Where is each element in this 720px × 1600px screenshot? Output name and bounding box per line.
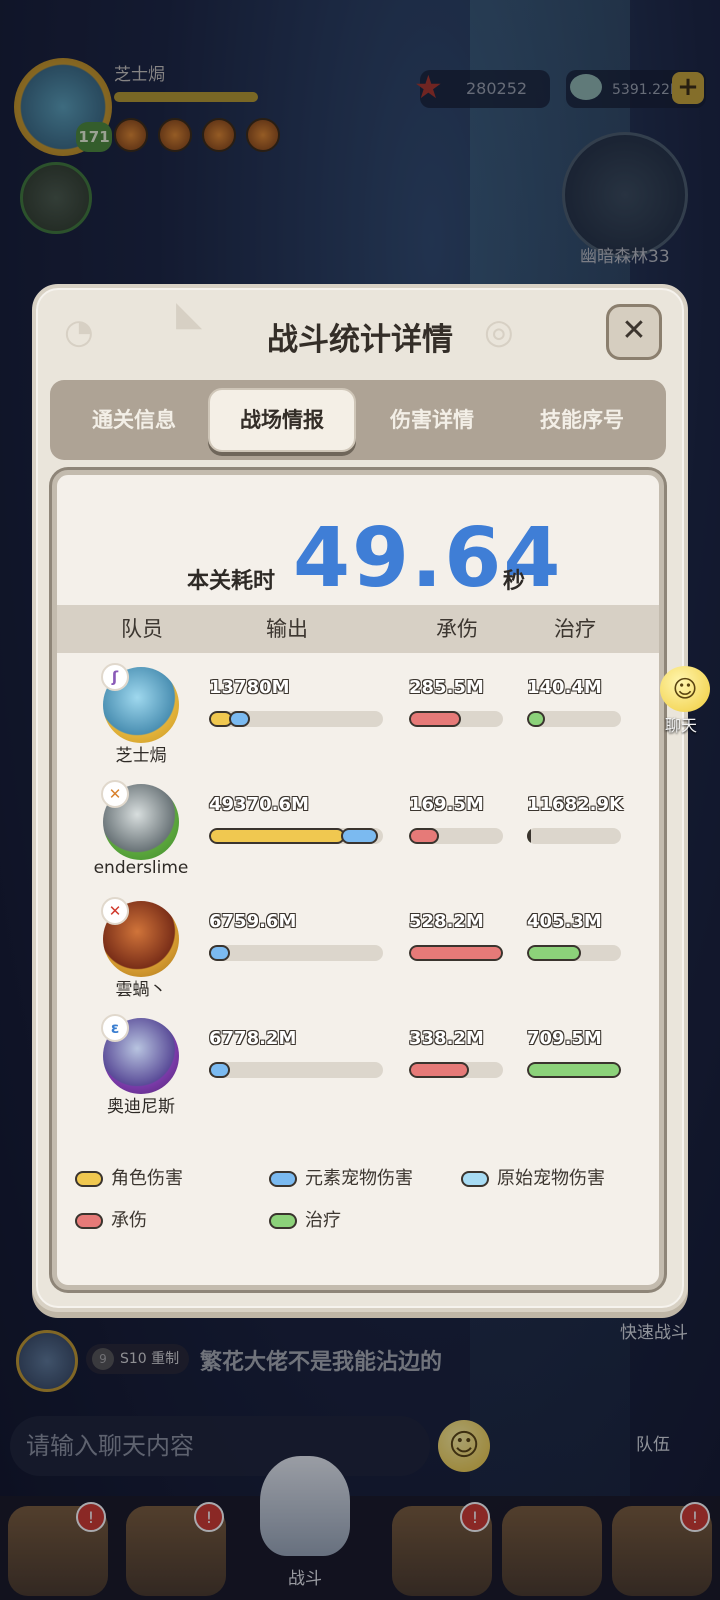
- time-label: 本关耗时: [187, 569, 276, 594]
- legend-label: 元素宠物伤害: [305, 1168, 413, 1189]
- clear-time: 本关耗时 49.64 秒: [57, 511, 659, 606]
- legend-label: 原始宠物伤害: [497, 1168, 605, 1189]
- legend-swatch: [461, 1171, 489, 1187]
- damage-taken-value: 338.2M: [409, 1028, 484, 1049]
- output-bar: [209, 1062, 383, 1078]
- tab-damage-details[interactable]: 伤害详情: [358, 388, 506, 452]
- damage-taken-value: 169.5M: [409, 794, 484, 815]
- member-row: ✕ enderslime 49370.6M 169.5M 11682.9K: [57, 774, 659, 892]
- legend-original-pet-damage: 原始宠物伤害: [461, 1165, 605, 1193]
- healing-bar-fill: [527, 711, 545, 727]
- legend-swatch: [269, 1213, 297, 1229]
- chat-float-label: 聊天: [664, 716, 697, 735]
- damage-taken-bar: [409, 711, 503, 727]
- output-value: 49370.6M: [209, 794, 309, 815]
- element-icon: ʃ: [101, 663, 129, 691]
- legend-swatch: [269, 1171, 297, 1187]
- member-name: 奥迪尼斯: [107, 1097, 175, 1117]
- legend-damage-taken: 承伤: [75, 1207, 147, 1235]
- damage-taken-bar: [409, 1062, 503, 1078]
- element-icon: ɛ: [101, 1014, 129, 1042]
- column-header-heal: 治疗: [554, 617, 596, 641]
- output-bar: [209, 828, 383, 844]
- member-row: ɛ 奥迪尼斯 6778.2M 338.2M 709.5M: [57, 1008, 659, 1126]
- legend-label: 治疗: [305, 1210, 341, 1231]
- output-bar-fill: [229, 711, 250, 727]
- tab-clear-info[interactable]: 通关信息: [60, 388, 208, 452]
- healing-bar: [527, 828, 621, 844]
- chat-bubble-icon: ☺: [660, 666, 710, 712]
- stats-panel: 本关耗时 49.64 秒 队员 输出 承伤 治疗 ʃ 芝士焗 13780M 285.5…: [52, 470, 664, 1290]
- member-name: 雲蝸丶: [115, 980, 167, 1000]
- damage-taken-bar-fill: [409, 828, 439, 844]
- tab-skill-order[interactable]: 技能序号: [508, 388, 656, 452]
- damage-taken-bar-fill: [409, 945, 503, 961]
- output-bar-fill: [209, 828, 345, 844]
- output-bar-fill: [209, 1062, 230, 1078]
- tab-battle-intel[interactable]: 战场情报: [208, 388, 356, 452]
- chat-float-button[interactable]: ☺ 聊天: [648, 666, 714, 735]
- damage-taken-value: 528.2M: [409, 911, 484, 932]
- member-row: ʃ 芝士焗 13780M 285.5M 140.4M: [57, 657, 659, 775]
- modal-title: 战斗统计详情: [267, 322, 453, 358]
- healing-bar: [527, 1062, 621, 1078]
- damage-taken-value: 285.5M: [409, 677, 484, 698]
- output-value: 13780M: [209, 677, 290, 698]
- healing-bar: [527, 711, 621, 727]
- legend-element-pet-damage: 元素宠物伤害: [269, 1165, 413, 1193]
- damage-taken-bar: [409, 828, 503, 844]
- battle-stats-modal: ◔ ◣ ◎ 战斗统计详情 ✕ 通关信息 战场情报 伤害详情 技能序号 本关耗时 …: [32, 284, 688, 1312]
- output-bar-fill: [209, 945, 230, 961]
- element-icon: ✕: [101, 780, 129, 808]
- legend-label: 角色伤害: [111, 1168, 183, 1189]
- legend-label: 承伤: [111, 1210, 147, 1231]
- time-unit: 秒: [503, 569, 526, 594]
- output-bar: [209, 711, 383, 727]
- output-value: 6778.2M: [209, 1028, 297, 1049]
- tab-bar: 通关信息 战场情报 伤害详情 技能序号: [50, 380, 666, 460]
- healing-bar-fill: [527, 945, 581, 961]
- column-header-member: 队员: [121, 617, 163, 641]
- healing-value: 405.3M: [527, 911, 602, 932]
- healing-value: 11682.9K: [527, 794, 623, 815]
- legend: 角色伤害 元素宠物伤害 原始宠物伤害 承伤 治疗: [57, 1165, 659, 1275]
- healing-value: 140.4M: [527, 677, 602, 698]
- legend-swatch: [75, 1213, 103, 1229]
- member-name: enderslime: [93, 858, 189, 878]
- healing-bar-fill: [527, 1062, 621, 1078]
- column-header-taken: 承伤: [436, 617, 478, 641]
- column-header-output: 输出: [266, 617, 308, 641]
- member-row: ✕ 雲蝸丶 6759.6M 528.2M 405.3M: [57, 891, 659, 1009]
- damage-taken-bar-fill: [409, 711, 461, 727]
- legend-swatch: [75, 1171, 103, 1187]
- damage-taken-bar: [409, 945, 503, 961]
- healing-bar-fill: [527, 828, 531, 844]
- table-header: 队员 输出 承伤 治疗: [57, 605, 659, 653]
- member-name: 芝士焗: [115, 746, 167, 766]
- healing-bar: [527, 945, 621, 961]
- damage-taken-bar-fill: [409, 1062, 469, 1078]
- healing-value: 709.5M: [527, 1028, 602, 1049]
- element-icon: ✕: [101, 897, 129, 925]
- legend-healing: 治疗: [269, 1207, 341, 1235]
- output-bar: [209, 945, 383, 961]
- output-bar-fill: [341, 828, 378, 844]
- legend-role-damage: 角色伤害: [75, 1165, 183, 1193]
- close-button[interactable]: ✕: [606, 304, 662, 360]
- output-value: 6759.6M: [209, 911, 297, 932]
